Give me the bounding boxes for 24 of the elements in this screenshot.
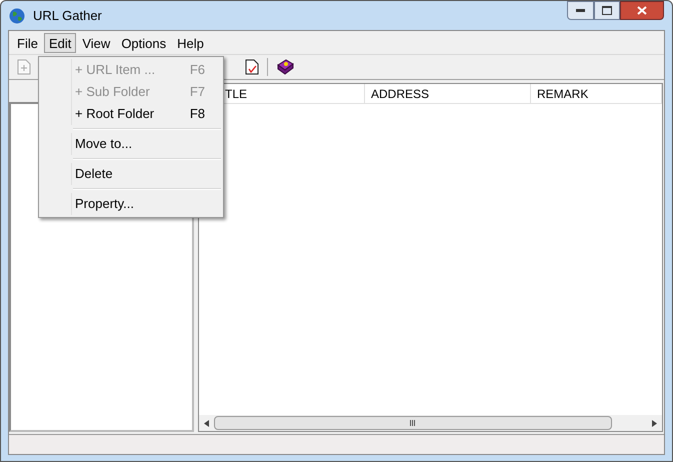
scroll-right-icon[interactable] <box>652 420 657 426</box>
menu-bar-item[interactable]: File <box>12 32 43 52</box>
menu-bar-item[interactable]: View <box>77 32 116 52</box>
menu-bar-item[interactable]: Edit <box>44 32 76 52</box>
column-header[interactable]: ADDRESS <box>365 84 531 103</box>
minimize-icon <box>576 9 585 12</box>
restore-button[interactable] <box>594 1 620 20</box>
menu-bar-item[interactable]: Options <box>116 32 172 52</box>
restore-icon <box>602 6 612 15</box>
menu-item[interactable]: Move to... <box>71 133 221 155</box>
page-check-icon[interactable] <box>245 59 259 75</box>
close-button[interactable] <box>620 1 664 20</box>
column-header[interactable]: REMARK <box>531 84 662 103</box>
menu-bar-item[interactable]: Help <box>172 32 209 52</box>
scroll-left-icon[interactable] <box>204 420 209 426</box>
window-title: URL Gather <box>33 6 102 25</box>
menu-item[interactable]: Delete <box>71 163 221 185</box>
scrollbar-thumb[interactable] <box>214 416 612 430</box>
minimize-button[interactable] <box>567 1 594 20</box>
menu-item[interactable]: + Root Folder F8 <box>71 103 221 125</box>
book-icon[interactable] <box>276 59 294 75</box>
globe-icon <box>9 8 25 24</box>
menu-item[interactable]: Property... <box>71 193 221 215</box>
close-icon <box>637 6 647 15</box>
